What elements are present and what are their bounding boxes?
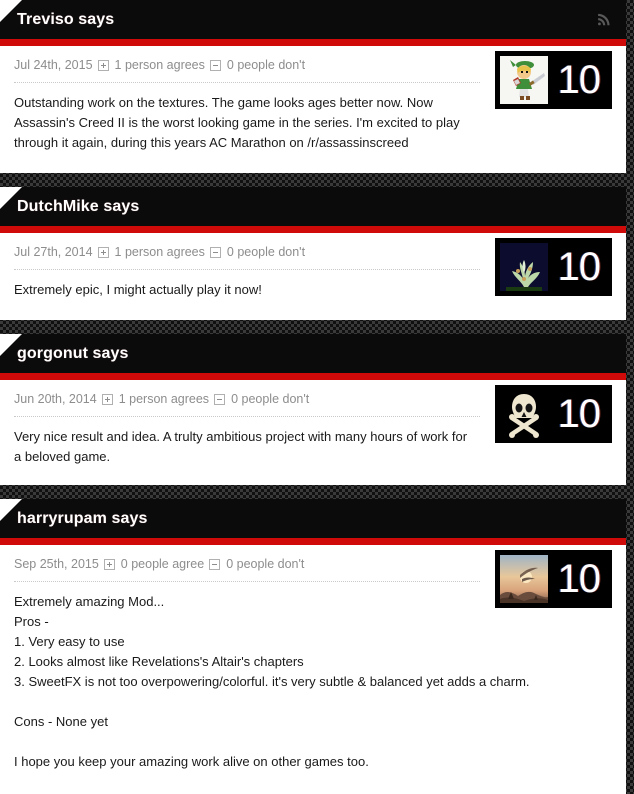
disagree-count: 0 people don't: [226, 557, 305, 571]
plus-box-icon[interactable]: [103, 558, 115, 570]
plus-box-icon[interactable]: [101, 393, 113, 405]
review-author: Treviso says: [17, 10, 115, 28]
review-body: 10 Jun 20th, 2014 1 person agrees 0 peop…: [0, 380, 626, 485]
accent-rule: [0, 373, 626, 380]
review-body: 10 Jul 27th, 2014 1 person agrees 0 peop…: [0, 233, 626, 320]
review-header: Treviso says: [0, 0, 626, 39]
score-badge: 10: [494, 238, 612, 296]
review-panel: Treviso says 10 Jul 24th, 2015 1 person …: [0, 0, 626, 173]
review-author: harryrupam says: [17, 509, 148, 527]
accent-rule: [0, 538, 626, 545]
score-value: 10: [557, 557, 601, 601]
minus-box-icon[interactable]: [209, 246, 221, 258]
agree-count: 1 person agrees: [118, 392, 210, 406]
review-date: Jul 27th, 2014: [14, 245, 93, 259]
review-body: 10 Sep 25th, 2015 0 people agree 0 peopl…: [0, 545, 626, 794]
score-value: 10: [557, 392, 601, 436]
review-panel: DutchMike says 10 Jul 27th, 2014 1 perso…: [0, 187, 626, 320]
avatar-plant-bloom: [499, 243, 548, 291]
review-panel: harryrupam says 10 Sep 25th, 2015 0 peop…: [0, 499, 626, 794]
review-date: Jun 20th, 2014: [14, 392, 97, 406]
score-badge: 10: [494, 550, 612, 608]
minus-box-icon[interactable]: [214, 393, 226, 405]
review-author: gorgonut says: [17, 344, 129, 362]
agree-count: 1 person agrees: [114, 58, 205, 72]
review-date: Jul 24th, 2015: [14, 58, 93, 72]
accent-rule: [0, 39, 626, 46]
avatar-sunset-landscape: [499, 555, 548, 603]
score-value: 10: [557, 245, 601, 289]
agree-count: 0 people agree: [120, 557, 205, 571]
agree-count: 1 person agrees: [114, 245, 205, 259]
disagree-count: 0 people don't: [231, 392, 310, 406]
rss-feed-icon[interactable]: [597, 13, 616, 26]
review-header: DutchMike says: [0, 187, 626, 226]
review-header: harryrupam says: [0, 499, 626, 538]
minus-box-icon[interactable]: [209, 59, 221, 71]
review-header: gorgonut says: [0, 334, 626, 373]
disagree-count: 0 people don't: [226, 245, 306, 259]
score-badge: 10: [494, 385, 612, 443]
avatar-skull-crossbones: [499, 390, 548, 438]
score-value: 10: [557, 58, 601, 102]
minus-box-icon[interactable]: [209, 558, 221, 570]
plus-box-icon[interactable]: [97, 246, 109, 258]
review-author: DutchMike says: [17, 197, 140, 215]
plus-box-icon[interactable]: [97, 59, 109, 71]
reviews-page: Treviso says 10 Jul 24th, 2015 1 person …: [0, 0, 634, 794]
review-text: Very nice result and idea. A trulty ambi…: [14, 429, 471, 464]
review-text: Extremely amazing Mod... Pros - 1. Very …: [14, 594, 530, 769]
review-body: 10 Jul 24th, 2015 1 person agrees 0 peop…: [0, 46, 626, 173]
accent-rule: [0, 226, 626, 233]
disagree-count: 0 people don't: [226, 58, 306, 72]
review-date: Sep 25th, 2015: [14, 557, 99, 571]
review-panel: gorgonut says 10 Jun 20th, 2014 1 person…: [0, 334, 626, 485]
review-text: Outstanding work on the textures. The ga…: [14, 95, 464, 150]
score-badge: 10: [494, 51, 612, 109]
review-text: Extremely epic, I might actually play it…: [14, 282, 262, 297]
avatar-link-swordsman: [499, 56, 548, 104]
